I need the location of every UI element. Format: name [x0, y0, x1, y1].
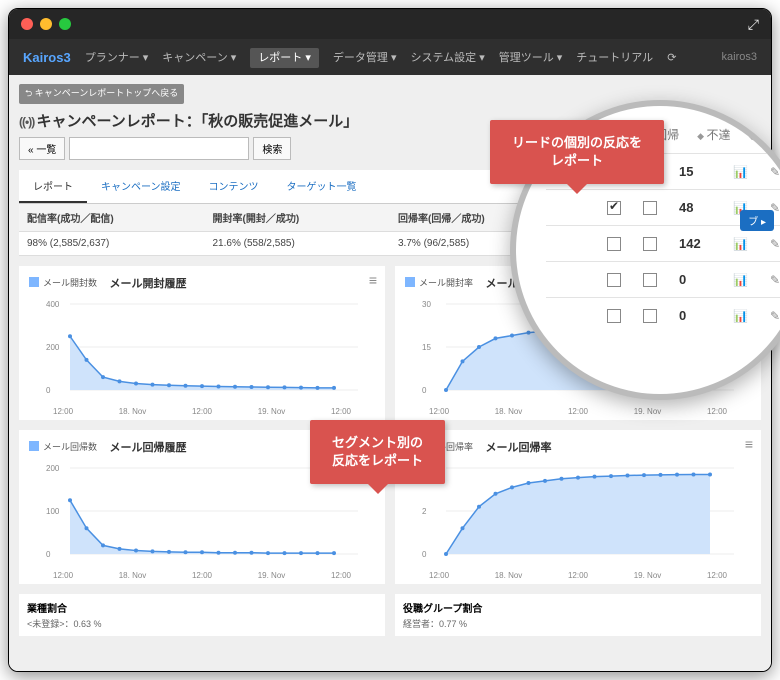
svg-text:100: 100 — [46, 507, 60, 516]
bar-chart-icon[interactable]: 📊 — [733, 309, 748, 323]
search-button[interactable]: 検索 — [253, 137, 291, 160]
chart-title: メール開封履歴 — [109, 275, 186, 291]
callout-segment-response: セグメント別の 反応をレポート — [310, 420, 445, 484]
edit-icon[interactable]: ✎ — [770, 309, 780, 323]
checkbox-icon[interactable] — [643, 273, 657, 287]
search-input[interactable] — [69, 137, 249, 160]
back-link[interactable]: ⮌ キャンペーンレポートトップへ戻る — [19, 84, 184, 104]
checkbox-icon[interactable] — [643, 237, 657, 251]
svg-text:0: 0 — [46, 550, 51, 559]
legend-chip: メール回帰数 — [29, 440, 97, 453]
chart-title: メール回帰履歴 — [109, 439, 186, 455]
svg-text:400: 400 — [46, 300, 60, 309]
tab-1[interactable]: キャンペーン設定 — [87, 170, 195, 203]
svg-text:30: 30 — [422, 300, 431, 309]
bar-chart-icon[interactable]: 📊 — [733, 165, 748, 179]
brand-logo[interactable]: Kairos3 — [23, 50, 71, 65]
checkbox-icon[interactable] — [607, 273, 621, 287]
tab-3[interactable]: ターゲット一覧 — [273, 170, 371, 203]
bar-chart-icon[interactable]: 📊 — [733, 273, 748, 287]
checkbox-icon[interactable] — [643, 309, 657, 323]
list-button[interactable]: « 一覧 — [19, 137, 65, 160]
edit-icon[interactable]: ✎ — [770, 237, 780, 251]
checkbox-icon[interactable] — [643, 201, 657, 215]
bar-chart-icon[interactable]: 📊 — [733, 237, 748, 251]
checkbox-icon[interactable] — [607, 201, 621, 215]
edit-icon[interactable]: ✎ — [770, 273, 780, 287]
bottom-card-0: 業種割合<未登録>：0.63 % — [19, 594, 385, 636]
nav-item-1[interactable]: キャンペーン ▾ — [162, 52, 236, 64]
nav-item-3[interactable]: データ管理 ▾ — [333, 52, 397, 64]
blue-pill-button[interactable]: ブ ▸ — [740, 210, 774, 231]
score-value: 48 — [679, 200, 711, 215]
callout-lead-response: リードの個別の反応を レポート — [490, 120, 664, 184]
maximize-icon[interactable] — [59, 18, 71, 30]
top-nav: Kairos3 プランナー ▾ キャンペーン ▾ レポート ▾ データ管理 ▾ システム… — [9, 39, 771, 75]
legend-chip: メール開封数 — [29, 276, 97, 289]
chart-card-0: メール開封数 メール開封履歴 ≡ 0200400 12:0018. Nov12:… — [19, 266, 385, 420]
svg-text:2: 2 — [422, 507, 427, 516]
score-value: 0 — [679, 308, 711, 323]
svg-text:0: 0 — [46, 386, 51, 395]
chart-menu-icon[interactable]: ≡ — [745, 436, 753, 452]
user-label[interactable]: kairos3 — [722, 51, 757, 63]
chart-card-3: メール回帰率 メール回帰率 ≡ 024 12:0018. Nov12:0019.… — [395, 430, 761, 584]
score-value: 0 — [679, 272, 711, 287]
score-value: 15 — [679, 164, 711, 179]
expand-icon[interactable]: ⤢ — [748, 16, 759, 33]
nav-item-2[interactable]: レポート ▾ — [250, 48, 319, 68]
score-value: 142 — [679, 236, 711, 251]
svg-text:200: 200 — [46, 464, 60, 473]
window-controls[interactable] — [21, 18, 71, 30]
mag-row: 0 📊 ✎ — [546, 297, 780, 333]
nav-item-4[interactable]: システム設定 ▾ — [410, 52, 484, 64]
legend-chip: メール開封率 — [405, 276, 473, 289]
minimize-icon[interactable] — [40, 18, 52, 30]
nav-item-6[interactable]: チュートリアル — [576, 52, 653, 64]
svg-text:0: 0 — [422, 386, 427, 395]
svg-text:200: 200 — [46, 343, 60, 352]
chart-title: メール回帰率 — [485, 439, 551, 455]
bottom-card-1: 役職グループ割合経営者：0.77 % — [395, 594, 761, 636]
checkbox-icon[interactable] — [607, 309, 621, 323]
nav-item-5[interactable]: 管理ツール ▾ — [499, 52, 563, 64]
edit-icon[interactable]: ✎ — [770, 165, 780, 179]
tab-2[interactable]: コンテンツ — [195, 170, 273, 203]
chart-menu-icon[interactable]: ≡ — [369, 272, 377, 288]
tab-0[interactable]: レポート — [19, 170, 87, 203]
nav-item-0[interactable]: プランナー ▾ — [85, 52, 149, 64]
close-icon[interactable] — [21, 18, 33, 30]
nav-item-7[interactable]: ⟳ — [667, 52, 676, 64]
svg-text:15: 15 — [422, 343, 431, 352]
svg-text:0: 0 — [422, 550, 427, 559]
mag-row: 0 📊 ✎ — [546, 261, 780, 297]
checkbox-icon[interactable] — [607, 237, 621, 251]
titlebar: ⤢ — [9, 9, 771, 39]
